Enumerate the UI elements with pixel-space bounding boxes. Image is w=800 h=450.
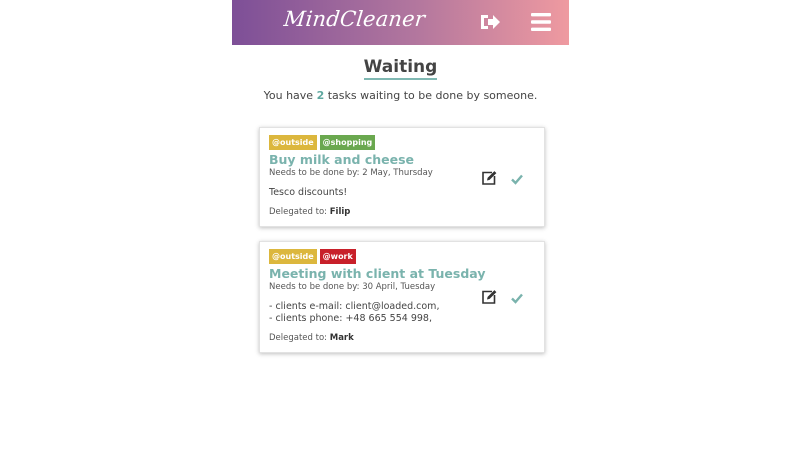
header: MindCleaner bbox=[232, 0, 569, 45]
edit-icon[interactable] bbox=[481, 289, 497, 305]
logo[interactable]: MindCleaner bbox=[283, 7, 427, 31]
task-delegated: Delegated to: Mark bbox=[269, 333, 354, 343]
task-card: @outside @work Meeting with client at Tu… bbox=[259, 241, 545, 353]
task-description: - clients e-mail: client@loaded.com, - c… bbox=[269, 301, 439, 325]
task-title: Buy milk and cheese bbox=[269, 152, 415, 167]
tag-list: @outside @work bbox=[269, 249, 356, 264]
task-description: Tesco discounts! bbox=[269, 187, 347, 199]
tag-list: @outside @shopping bbox=[269, 135, 376, 150]
check-icon[interactable] bbox=[510, 290, 524, 304]
description-line: - clients e-mail: client@loaded.com, bbox=[269, 301, 440, 312]
hamburger-menu-icon[interactable] bbox=[529, 10, 553, 34]
due-label: Needs to be done by: bbox=[269, 282, 360, 292]
task-card: @outside @shopping Buy milk and cheese N… bbox=[259, 127, 545, 227]
summary-prefix: You have bbox=[263, 89, 314, 102]
waiting-summary: You have 2 tasks waiting to be done by s… bbox=[232, 89, 569, 102]
due-label: Needs to be done by: bbox=[269, 168, 360, 178]
task-title: Meeting with client at Tuesday bbox=[269, 266, 486, 281]
page-title: Waiting bbox=[232, 57, 569, 80]
task-due: Needs to be done by: 2 May, Thursday bbox=[269, 168, 433, 178]
edit-icon[interactable] bbox=[481, 170, 497, 186]
task-due: Needs to be done by: 30 April, Tuesday bbox=[269, 282, 435, 292]
delegated-label: Delegated to: bbox=[269, 333, 328, 343]
summary-suffix: tasks waiting to be done by someone. bbox=[327, 89, 538, 102]
summary-count: 2 bbox=[316, 89, 325, 102]
check-icon[interactable] bbox=[510, 171, 524, 185]
tag-badge[interactable]: @shopping bbox=[319, 135, 376, 150]
delegated-name: Mark bbox=[329, 333, 354, 343]
delegated-label: Delegated to: bbox=[269, 207, 328, 217]
delegated-name: Filip bbox=[329, 207, 351, 217]
tag-badge[interactable]: @work bbox=[319, 249, 356, 264]
due-date: 2 May, Thursday bbox=[362, 168, 433, 178]
tag-badge[interactable]: @outside bbox=[269, 249, 317, 264]
task-delegated: Delegated to: Filip bbox=[269, 207, 350, 217]
sign-out-icon[interactable] bbox=[478, 10, 502, 34]
due-date: 30 April, Tuesday bbox=[362, 282, 436, 292]
description-line: - clients phone: +48 665 554 998, bbox=[269, 313, 432, 324]
tag-badge[interactable]: @outside bbox=[269, 135, 317, 150]
app: MindCleaner Waiting You have 2 tasks wai… bbox=[232, 0, 569, 450]
description-line: Tesco discounts! bbox=[269, 187, 348, 198]
